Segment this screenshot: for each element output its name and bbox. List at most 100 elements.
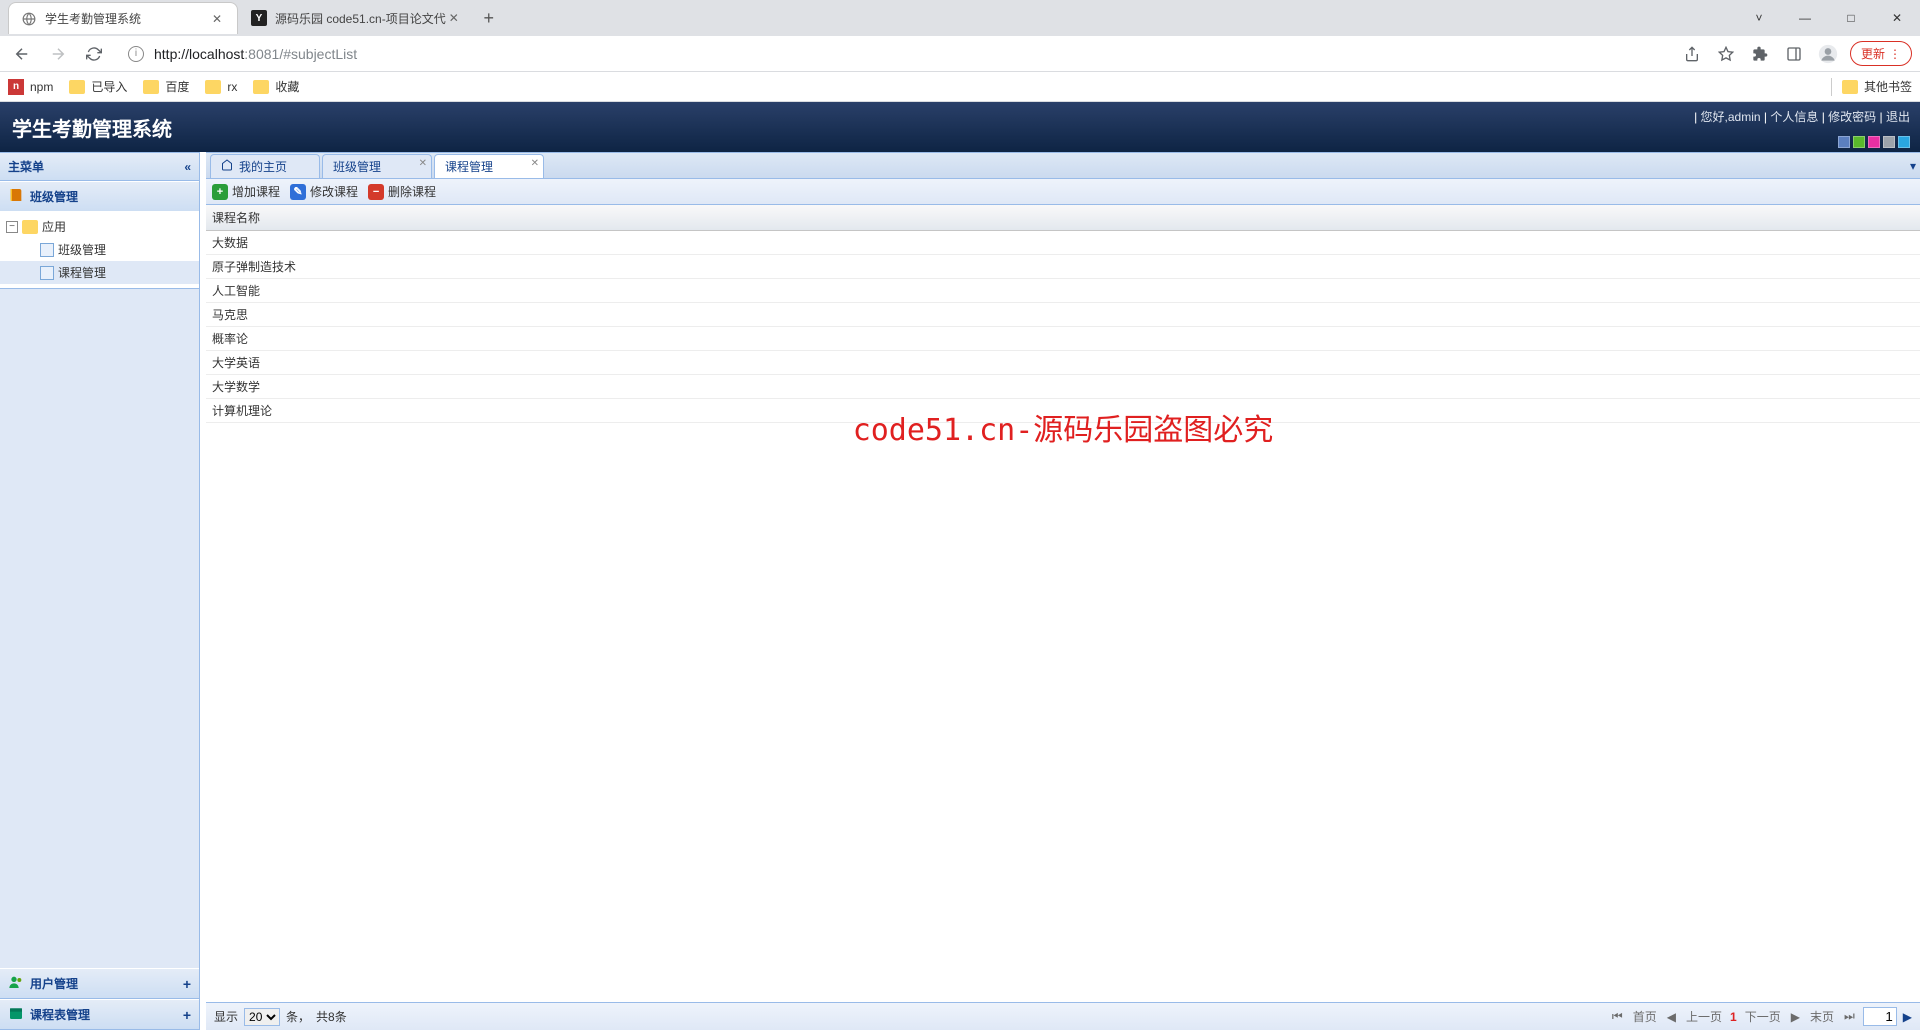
last-page-button[interactable]: 末页 <box>1808 1008 1836 1025</box>
accordion-header[interactable]: 用户管理 + <box>0 968 199 998</box>
bookmark-item[interactable]: rx <box>205 80 237 94</box>
theme-swatch[interactable] <box>1883 136 1895 148</box>
tab-course[interactable]: 课程管理 ✕ <box>434 154 544 178</box>
tree-node-course[interactable]: 课程管理 <box>0 261 199 284</box>
close-icon[interactable]: ✕ <box>419 158 427 169</box>
browser-tab-active[interactable]: 学生考勤管理系统 ✕ <box>8 2 238 34</box>
theme-swatch[interactable] <box>1853 136 1865 148</box>
close-icon[interactable]: ✕ <box>531 158 539 169</box>
accordion-header[interactable]: 课程表管理 + <box>0 999 199 1029</box>
edit-icon: ✎ <box>290 184 306 200</box>
profile-icon[interactable] <box>1816 42 1840 66</box>
chevron-down-icon[interactable]: ˅ <box>1736 0 1782 36</box>
bookmark-item[interactable]: 收藏 <box>253 78 299 95</box>
grid-icon <box>40 243 54 257</box>
back-button[interactable] <box>8 40 36 68</box>
maximize-button[interactable]: □ <box>1828 0 1874 36</box>
tab-menu-icon[interactable]: ▾ <box>1910 159 1916 173</box>
next-page-icon[interactable]: ▶ <box>1789 1010 1802 1024</box>
section-label: 课程表管理 <box>30 1006 90 1023</box>
changepw-link[interactable]: 修改密码 <box>1828 110 1876 124</box>
folder-icon <box>69 80 85 94</box>
pager-total-label: 共8条 <box>316 1008 347 1025</box>
close-button[interactable]: ✕ <box>1874 0 1920 36</box>
current-page: 1 <box>1730 1010 1737 1024</box>
bookmark-item[interactable]: 已导入 <box>69 78 127 95</box>
browser-tab-inactive[interactable]: Y 源码乐园 code51.cn-项目论文代 ✕ <box>238 2 475 34</box>
bookmarks-bar: nnpm 已导入 百度 rx 收藏 其他书签 <box>0 72 1920 102</box>
expand-icon[interactable]: + <box>183 1007 191 1023</box>
bookmark-npm[interactable]: nnpm <box>8 79 53 95</box>
section-label: 用户管理 <box>30 975 78 992</box>
content-area: 我的主页 班级管理 ✕ 课程管理 ✕ ▾ +增加课程 ✎修改课程 −删除课程 课… <box>206 152 1920 1030</box>
data-grid: 课程名称 大数据 原子弹制造技术 人工智能 马克思 概率论 大学英语 大学数学 … <box>206 205 1920 1002</box>
table-row[interactable]: 原子弹制造技术 <box>206 255 1920 279</box>
last-page-icon[interactable]: ⏭ <box>1842 1009 1857 1024</box>
users-icon <box>8 974 24 993</box>
tab-home[interactable]: 我的主页 <box>210 154 320 178</box>
sidepanel-icon[interactable] <box>1782 42 1806 66</box>
table-row[interactable]: 大学英语 <box>206 351 1920 375</box>
new-tab-button[interactable]: + <box>475 4 503 32</box>
bookmark-label: 已导入 <box>91 78 127 95</box>
bookmark-item[interactable]: 百度 <box>143 78 189 95</box>
logout-link[interactable]: 退出 <box>1886 110 1910 124</box>
bookmark-label: rx <box>227 80 237 94</box>
edit-button[interactable]: ✎修改课程 <box>290 183 358 200</box>
update-button[interactable]: 更新⋮ <box>1850 41 1912 66</box>
extensions-icon[interactable] <box>1748 42 1772 66</box>
expand-icon[interactable]: + <box>183 976 191 992</box>
table-row[interactable]: 大学数学 <box>206 375 1920 399</box>
url-input[interactable]: i http://localhost:8081/#subjectList <box>116 40 1672 68</box>
tab-label: 课程管理 <box>445 158 493 175</box>
first-page-button[interactable]: 首页 <box>1631 1008 1659 1025</box>
page-size-select[interactable]: 20 <box>244 1008 280 1026</box>
first-page-icon[interactable]: ⏮ <box>1610 1009 1625 1024</box>
table-row[interactable]: 马克思 <box>206 303 1920 327</box>
pager-show-label: 显示 <box>214 1008 238 1025</box>
tab-class[interactable]: 班级管理 ✕ <box>322 154 432 178</box>
page-input[interactable] <box>1863 1007 1897 1026</box>
grid-header[interactable]: 课程名称 <box>206 205 1920 231</box>
theme-swatch[interactable] <box>1898 136 1910 148</box>
reload-button[interactable] <box>80 40 108 68</box>
table-row[interactable]: 人工智能 <box>206 279 1920 303</box>
minimize-button[interactable]: — <box>1782 0 1828 36</box>
add-button[interactable]: +增加课程 <box>212 183 280 200</box>
delete-button[interactable]: −删除课程 <box>368 183 436 200</box>
url-port: :8081 <box>244 46 279 62</box>
share-icon[interactable] <box>1680 42 1704 66</box>
tab-strip: 学生考勤管理系统 ✕ Y 源码乐园 code51.cn-项目论文代 ✕ + ˅ … <box>0 0 1920 36</box>
close-icon[interactable]: ✕ <box>209 11 225 27</box>
profile-link[interactable]: 个人信息 <box>1770 110 1818 124</box>
table-row[interactable]: 计算机理论 <box>206 399 1920 423</box>
next-page-button[interactable]: 下一页 <box>1743 1008 1783 1025</box>
menu-dots-icon: ⋮ <box>1889 47 1901 61</box>
bookmark-other[interactable]: 其他书签 <box>1842 78 1912 95</box>
add-icon: + <box>212 184 228 200</box>
go-page-icon[interactable]: ▶ <box>1903 1010 1912 1024</box>
bookmark-label: 百度 <box>165 78 189 95</box>
star-icon[interactable] <box>1714 42 1738 66</box>
folder-icon <box>22 220 38 234</box>
book-icon <box>8 187 24 206</box>
forward-button[interactable] <box>44 40 72 68</box>
app-title: 学生考勤管理系统 <box>12 113 172 142</box>
tree-collapse-icon[interactable]: − <box>6 221 18 233</box>
tree: − 应用 班级管理 课程管理 <box>0 211 199 288</box>
table-row[interactable]: 概率论 <box>206 327 1920 351</box>
theme-swatch[interactable] <box>1838 136 1850 148</box>
tree-label: 应用 <box>42 218 66 235</box>
table-row[interactable]: 大数据 <box>206 231 1920 255</box>
close-icon[interactable]: ✕ <box>446 10 462 26</box>
globe-icon <box>21 11 37 27</box>
accordion-header[interactable]: 班级管理 <box>0 181 199 211</box>
info-icon[interactable]: i <box>128 46 144 62</box>
tree-node-class[interactable]: 班级管理 <box>0 238 199 261</box>
browser-tab-title: 学生考勤管理系统 <box>45 10 209 27</box>
prev-page-icon[interactable]: ◀ <box>1665 1010 1678 1024</box>
theme-swatch[interactable] <box>1868 136 1880 148</box>
prev-page-button[interactable]: 上一页 <box>1684 1008 1724 1025</box>
collapse-icon[interactable]: « <box>184 160 191 174</box>
tree-node-app[interactable]: − 应用 <box>0 215 199 238</box>
